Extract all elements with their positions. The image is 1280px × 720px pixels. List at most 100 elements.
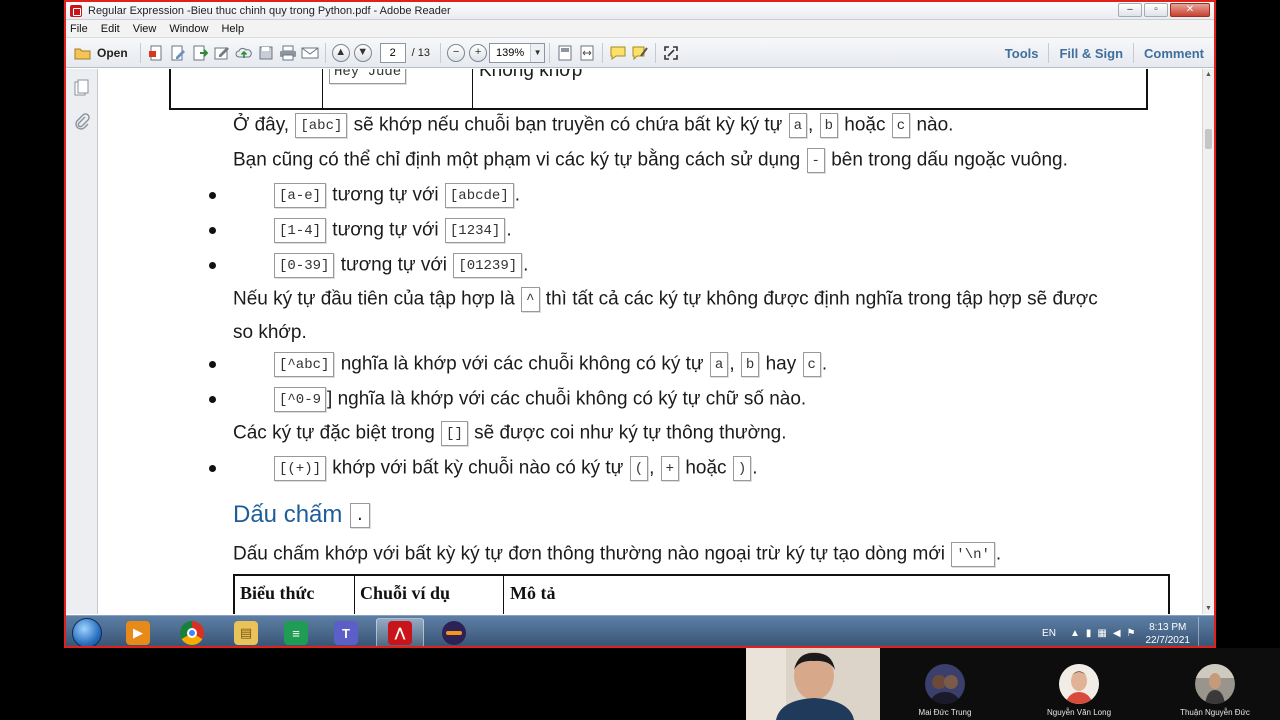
paragraph: Các ký tự đặc biệt trong [] sẽ được coi … xyxy=(233,421,787,446)
participant-tile: Mai Đức Trung xyxy=(880,648,1010,720)
create-pdf-icon[interactable] xyxy=(147,44,165,62)
comment-button[interactable]: Comment xyxy=(1144,46,1204,61)
toolbar-separator xyxy=(549,42,551,63)
table-border xyxy=(233,574,1170,576)
section-heading: Dấu chấm . xyxy=(233,501,371,529)
highlight-icon[interactable] xyxy=(631,44,649,62)
sign-icon[interactable] xyxy=(213,44,231,62)
chevron-down-icon[interactable]: ▼ xyxy=(530,43,545,62)
toolbar-separator xyxy=(1048,43,1050,63)
battery-icon[interactable]: ▮ xyxy=(1086,628,1092,639)
table-border xyxy=(169,69,171,110)
toolbar: Open ▲ ▼ 2 / 13 − + 139% ▼ Tools Fill & … xyxy=(66,38,1214,68)
table-border xyxy=(169,108,1148,110)
open-button[interactable]: Open xyxy=(68,42,134,64)
full-screen-icon[interactable] xyxy=(662,44,680,62)
toolbar-right-panel: Tools Fill & Sign Comment xyxy=(1005,38,1204,68)
table-border xyxy=(1168,574,1170,614)
show-hidden-icons-icon[interactable]: ▲ xyxy=(1070,628,1080,639)
avatar xyxy=(1195,664,1235,704)
zoom-select[interactable]: 139% ▼ xyxy=(489,42,546,63)
toolbar-separator xyxy=(139,42,141,63)
save-icon[interactable] xyxy=(257,44,275,62)
spreadsheet-icon[interactable]: ≡ xyxy=(272,618,320,646)
navigation-pane xyxy=(66,69,98,614)
adobe-reader-icon[interactable]: ⋀ xyxy=(376,618,424,646)
list-item: [0-39] tương tự với [01239]. xyxy=(273,253,528,278)
email-icon[interactable] xyxy=(301,44,319,62)
page-thumbnails-icon[interactable] xyxy=(74,79,90,97)
vertical-scrollbar[interactable]: ▲ ▼ xyxy=(1202,69,1214,614)
menu-view[interactable]: View xyxy=(133,23,157,35)
page-number-input[interactable]: 2 xyxy=(379,42,406,63)
tray-icons: ▲ ▮ ▦ ◀ ⚑ xyxy=(1070,628,1136,639)
participant-name: Nguyễn Văn Long xyxy=(1046,708,1112,717)
export-pdf-icon[interactable] xyxy=(191,44,209,62)
list-item: [(+)] khớp với bất kỳ chuỗi nào có ký tự… xyxy=(273,456,758,481)
edit-pdf-icon[interactable] xyxy=(169,44,187,62)
table-header-expression: Biểu thức xyxy=(240,583,315,603)
paragraph: Ở đây, [abc] sẽ khớp nếu chuỗi bạn truyề… xyxy=(233,113,953,138)
close-button[interactable]: ✕ xyxy=(1170,3,1210,17)
scroll-up-icon[interactable]: ▲ xyxy=(1205,71,1212,78)
menu-file[interactable]: File xyxy=(70,23,88,35)
toolbar-separator xyxy=(1133,43,1135,63)
start-button[interactable] xyxy=(72,618,102,646)
screen: Regular Expression -Bieu thuc chinh quy … xyxy=(0,0,1280,720)
bullet xyxy=(209,465,216,472)
table-border xyxy=(472,69,473,110)
next-page-icon[interactable]: ▼ xyxy=(353,43,372,62)
clock[interactable]: 8:13 PM 22/7/2021 xyxy=(1146,621,1191,647)
table-border xyxy=(322,69,323,110)
comment-bubble-icon[interactable] xyxy=(609,44,627,62)
previous-page-icon[interactable]: ▲ xyxy=(331,43,350,62)
zoom-out-icon[interactable]: − xyxy=(447,43,466,62)
toolbar-separator xyxy=(324,42,326,63)
fit-width-icon[interactable] xyxy=(578,44,596,62)
menu-help[interactable]: Help xyxy=(221,23,244,35)
language-indicator[interactable]: EN xyxy=(1042,628,1056,639)
teams-icon[interactable]: T xyxy=(322,618,370,646)
fit-page-icon[interactable] xyxy=(556,44,574,62)
participant-name: Thuận Nguyễn Đức xyxy=(1180,708,1250,717)
volume-icon[interactable]: ◀ xyxy=(1113,628,1121,639)
participant-name: Mai Đức Trung xyxy=(918,708,972,717)
page-total: / 13 xyxy=(411,46,431,59)
zoom-in-icon[interactable]: + xyxy=(469,43,488,62)
print-icon[interactable] xyxy=(279,44,297,62)
network-icon[interactable]: ▦ xyxy=(1097,628,1106,639)
attachments-icon[interactable] xyxy=(74,113,90,131)
cloud-upload-icon[interactable] xyxy=(235,44,253,62)
fill-sign-button[interactable]: Fill & Sign xyxy=(1059,46,1123,61)
avatar xyxy=(925,664,965,704)
bullet xyxy=(209,396,216,403)
restore-button[interactable]: ▫ xyxy=(1144,3,1168,17)
tools-button[interactable]: Tools xyxy=(1005,46,1039,61)
paragraph: Dấu chấm khớp với bất kỳ ký tự đơn thông… xyxy=(233,542,1001,567)
file-explorer-icon[interactable]: ▤ xyxy=(222,618,270,646)
menu-edit[interactable]: Edit xyxy=(101,23,120,35)
chrome-icon[interactable] xyxy=(168,618,216,646)
table-border xyxy=(503,574,504,614)
table-cell-code: Hey Jude xyxy=(328,69,407,84)
paragraph: Bạn cũng có thể chỉ định một phạm vi các… xyxy=(233,148,1068,173)
window-title: Regular Expression -Bieu thuc chinh quy … xyxy=(88,4,451,17)
pdf-page: Hey Jude Không khớp Ở đây, [abc] sẽ khớp… xyxy=(99,69,1204,614)
title-bar: Regular Expression -Bieu thuc chinh quy … xyxy=(66,2,1214,20)
show-desktop-button[interactable] xyxy=(1198,617,1208,646)
system-tray: EN ▲ ▮ ▦ ◀ ⚑ 8:13 PM 22/7/2021 xyxy=(1042,616,1208,647)
minimize-button[interactable]: – xyxy=(1118,3,1142,17)
scroll-down-icon[interactable]: ▼ xyxy=(1205,605,1212,612)
scroll-thumb[interactable] xyxy=(1205,129,1212,149)
participant-tile: Thuận Nguyễn Đức xyxy=(1150,648,1280,720)
action-center-icon[interactable]: ⚑ xyxy=(1127,628,1136,639)
list-item: [a-e] tương tự với [abcde]. xyxy=(273,183,520,208)
list-item: [^abc] nghĩa là khớp với các chuỗi không… xyxy=(273,352,827,377)
eclipse-icon[interactable] xyxy=(430,618,478,646)
media-player-icon[interactable]: ▶ xyxy=(114,618,162,646)
toolbar-separator xyxy=(655,42,657,63)
menu-window[interactable]: Window xyxy=(169,23,208,35)
bullet xyxy=(209,227,216,234)
menu-bar: File Edit View Window Help xyxy=(66,20,1214,38)
taskbar: ▶ ▤ ≡ T ⋀ EN ▲ ▮ ▦ ◀ ⚑ 8:13 PM 22/7/2021 xyxy=(66,615,1214,647)
